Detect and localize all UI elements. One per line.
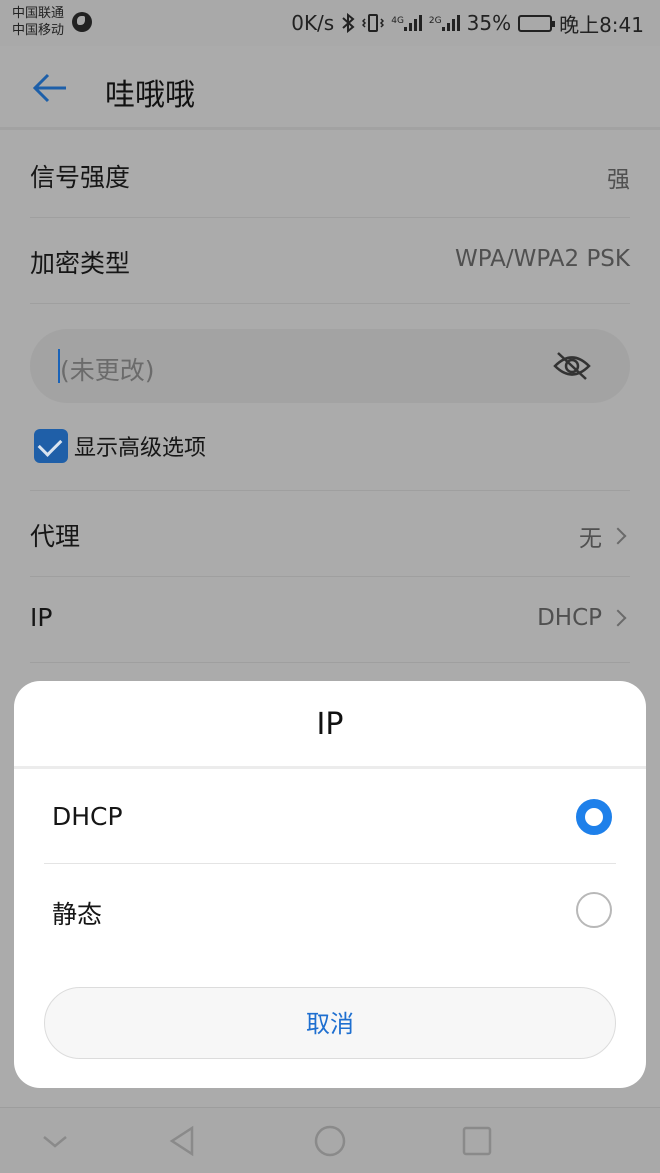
option-label: 静态 [52,900,103,929]
security-type-label: 加密类型 [30,249,131,278]
chevron-right-icon [609,609,627,627]
battery-icon [518,14,556,32]
nav-home-icon[interactable] [313,1124,347,1158]
status-indicators: 0K/s 4G 2G 35% 晚上8:41 [284,8,644,38]
ip-value: DHCP [537,605,602,631]
security-type-value: WPA/WPA2 PSK [455,246,630,272]
back-arrow-icon[interactable] [30,68,70,108]
signal-strength-row: 信号强度 强 [30,132,630,218]
status-bar: 中国联通 中国移动 0K/s 4G 2G 35% 晚上8:41 [0,0,660,46]
proxy-label: 代理 [30,522,81,551]
password-field[interactable]: (未更改) [30,329,630,403]
nav-down-icon[interactable] [38,1124,72,1158]
vibrate-icon [362,13,385,33]
signal-strength-value: 强 [607,167,630,193]
proxy-value: 无 [579,526,602,552]
ip-value-group: DHCP [537,605,630,631]
dialog-title: IP [14,681,646,769]
nav-back-icon[interactable] [166,1124,200,1158]
nav-recents-icon[interactable] [460,1124,494,1158]
ip-row[interactable]: IP DHCP [30,577,630,663]
ip-selection-dialog: IP DHCP 静态 取消 [14,681,646,1088]
security-type-row: 加密类型 WPA/WPA2 PSK [30,218,630,304]
page-title: 哇哦哦 [105,78,195,113]
cancel-button[interactable]: 取消 [44,987,616,1059]
eye-off-icon[interactable] [552,349,592,383]
chevron-right-icon [609,527,627,545]
clock: 晚上8:41 [559,12,644,37]
proxy-row[interactable]: 代理 无 [30,491,630,577]
app-bar: 哇哦哦 [0,46,660,130]
signal-icon-1: 4G [391,15,422,31]
bluetooth-icon [341,13,355,33]
radio-unselected-icon[interactable] [576,892,612,928]
option-dhcp[interactable]: DHCP [44,772,616,864]
signal-strength-label: 信号强度 [30,163,131,192]
carrier-1: 中国联通 [12,6,65,21]
globe-icon [72,12,92,32]
battery-percent: 35% [466,11,512,35]
proxy-value-group: 无 [579,519,630,553]
network-type-1: 4G [391,16,404,26]
divider-advanced [30,404,630,491]
carrier-2: 中国移动 [12,23,65,38]
ip-label: IP [30,603,53,632]
navigation-bar [0,1107,660,1173]
net-speed: 0K/s [291,11,335,35]
signal-icon-2: 2G [429,15,460,31]
carrier-labels: 中国联通 中国移动 [12,5,64,39]
option-label: DHCP [52,802,123,831]
option-static[interactable]: 静态 [44,865,616,957]
radio-selected-icon[interactable] [576,799,612,835]
password-placeholder: (未更改) [60,356,155,385]
network-type-2: 2G [428,16,442,26]
